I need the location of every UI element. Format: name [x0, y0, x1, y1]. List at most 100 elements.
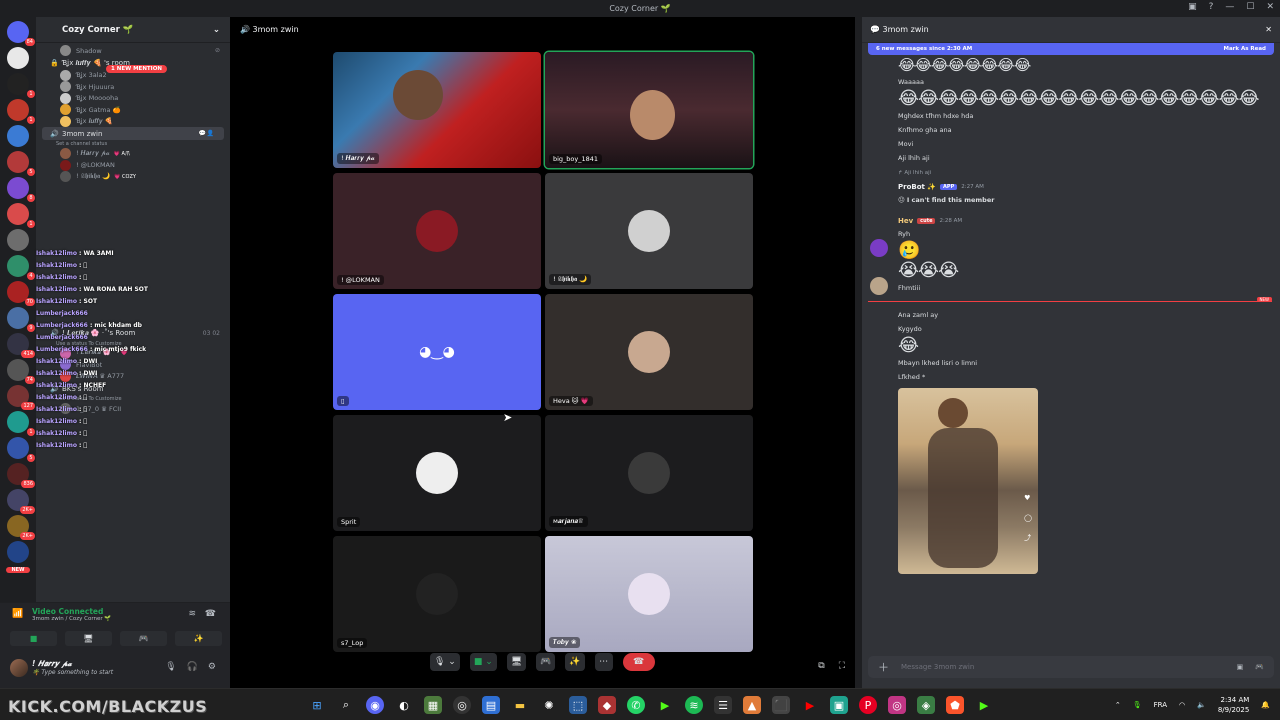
participant-tile[interactable]: ᴍ𝒂𝒓𝒋𝒂𝒏𝒂♕ [545, 415, 753, 531]
fullscreen-icon[interactable]: ⛶ [839, 661, 845, 671]
noise-suppression-icon[interactable]: ≋ [188, 609, 196, 619]
whatsapp-icon[interactable]: ✆ [627, 696, 645, 714]
microphone-icon[interactable]: 🎙 [165, 662, 176, 672]
new-messages-bar[interactable]: 6 new messages since 2:30 AM Mark As Rea… [868, 43, 1274, 55]
server-icon[interactable]: 1 [7, 99, 35, 124]
server-icon[interactable]: 4 [7, 255, 35, 280]
app-icon[interactable]: ▣ [830, 696, 848, 714]
message-input[interactable]: Message 3mom zwin [901, 663, 1225, 671]
kick-icon[interactable]: ▶ [975, 696, 993, 714]
participant-tile[interactable]: Sprit [333, 415, 541, 531]
avatar[interactable] [870, 277, 888, 295]
disconnect-button[interactable]: ☎ [622, 653, 655, 671]
server-icon[interactable]: 5 [7, 151, 35, 176]
store-icon[interactable]: ▤ [482, 696, 500, 714]
chevron-down-icon[interactable]: ⌄ [213, 25, 220, 35]
activity-button[interactable]: 🎮 [120, 631, 167, 646]
search-icon[interactable]: ⌕ [337, 696, 355, 714]
app-icon[interactable]: ◈ [917, 696, 935, 714]
volume-icon[interactable]: 🔈 [1197, 701, 1206, 709]
voice-user[interactable]: Ɓʝx Hjuuura [42, 81, 230, 93]
camera-button[interactable]: ■ ⌄ [469, 653, 497, 671]
app-icon[interactable]: ☰ [714, 696, 732, 714]
add-user-icon[interactable]: 👤 [207, 130, 214, 137]
voice-user[interactable]: Shadow ⊘ [42, 45, 230, 57]
author-name[interactable]: Hev [898, 217, 913, 225]
server-icon[interactable]: 1 [7, 203, 35, 228]
soundboard-button[interactable]: ✨ [175, 631, 222, 646]
mute-button[interactable]: 🎙 ⌄ [430, 653, 460, 671]
participant-tile[interactable]: 𝑻𝒐𝒃𝒚 ❀ [545, 536, 753, 652]
brave-icon[interactable]: ⬟ [946, 696, 964, 714]
voice-user[interactable]: Ɓʝx Gatma 🍊 [42, 104, 230, 116]
server-header[interactable]: Cozy Corner 🌱 ⌄ [36, 17, 230, 43]
server-icon[interactable] [7, 47, 29, 69]
mark-as-read-button[interactable]: Mark As Read [1223, 46, 1266, 52]
server-icon[interactable]: 1 [7, 73, 35, 98]
chat-icon[interactable]: 💬 [199, 130, 206, 137]
server-icon[interactable]: 8 [7, 177, 35, 202]
github-icon[interactable]: ◎ [453, 696, 471, 714]
headphones-icon[interactable]: 🎧 [187, 662, 198, 672]
voice-user[interactable]: ! @LOKMAN [42, 159, 230, 172]
app-icon[interactable]: ✺ [540, 696, 558, 714]
new-mention-pill[interactable]: 1 NEW MENTION [106, 65, 167, 73]
pinterest-icon[interactable]: P [859, 696, 877, 714]
server-icon[interactable] [7, 229, 29, 251]
voice-user[interactable]: Ɓʝx Mooooha [42, 92, 230, 105]
language-indicator[interactable]: FRA [1154, 701, 1167, 709]
obs-icon[interactable]: ▶ [656, 696, 674, 714]
help-icon[interactable]: ? [1209, 2, 1214, 12]
server-icon[interactable]: 84 [7, 21, 35, 46]
signal-icon[interactable]: 📶 [12, 609, 23, 619]
activity-button[interactable]: 🎮 [536, 653, 556, 671]
server-icon[interactable]: 127 [7, 385, 35, 410]
instagram-icon[interactable]: ◎ [888, 696, 906, 714]
close-icon[interactable]: ✕ [1266, 2, 1274, 12]
wifi-icon[interactable]: ◠ [1179, 701, 1185, 709]
notification-icon[interactable]: 🔔 [1261, 701, 1270, 709]
camera-button[interactable]: ■ [10, 631, 57, 646]
spotify-icon[interactable]: ≋ [685, 696, 703, 714]
reply-preview[interactable]: ↱ Aji lhih aji [898, 165, 1280, 181]
app-icon[interactable]: ◆ [598, 696, 616, 714]
participant-tile[interactable]: Heva 🐱 💗 [545, 294, 753, 410]
youtube-icon[interactable]: ▶ [801, 696, 819, 714]
app-icon[interactable]: ▲ [743, 696, 761, 714]
app-icon[interactable]: ⬚ [569, 696, 587, 714]
new-unreads-pill[interactable]: NEW [6, 567, 30, 573]
screen-share-button[interactable]: 🖥 [65, 631, 112, 646]
screen-share-button[interactable]: 🖥 [506, 653, 527, 671]
voice-user[interactable]: Ɓʝx 𝒍𝒖𝒇𝒇𝒚 🍕 [42, 115, 230, 128]
user-name[interactable]: ! 𝑯𝒂𝒓𝒓𝒚 𝓹𝓪 [32, 659, 72, 669]
server-icon[interactable]: 2K+ [7, 515, 35, 540]
minimize-icon[interactable]: — [1225, 2, 1234, 12]
connection-status[interactable]: Video Connected [32, 607, 103, 616]
server-icon[interactable] [7, 125, 29, 147]
app-icon[interactable]: ◐ [395, 696, 413, 714]
server-icon[interactable]: 1 [7, 411, 35, 436]
participant-tile[interactable]: s7_Lop [333, 536, 541, 652]
windows-start-icon[interactable]: ⊞ [308, 696, 326, 714]
gamepad-icon[interactable]: 🎮 [1255, 663, 1264, 671]
file-explorer-icon[interactable]: ▬ [511, 696, 529, 714]
server-icon[interactable]: 836 [7, 463, 35, 488]
sticker-icon[interactable]: ▣ [1237, 663, 1244, 671]
voice-channel-3mom-zwin[interactable]: 🔊 3mom zwin 💬 👤 [42, 127, 224, 140]
chevron-up-icon[interactable]: ⌃ [1115, 701, 1121, 709]
plus-icon[interactable]: ＋ [878, 659, 889, 675]
server-icon[interactable]: 9 [7, 307, 35, 332]
soundboard-button[interactable]: ✨ [565, 653, 585, 671]
channel-status[interactable]: Set a channel status [42, 140, 230, 148]
author-name[interactable]: ProBot ✨ [898, 183, 936, 191]
clock[interactable]: 2:34 AM 8/9/2025 [1218, 695, 1249, 715]
close-icon[interactable]: ✕ [1265, 25, 1272, 34]
inbox-icon[interactable]: ▣ [1188, 2, 1197, 12]
server-icon[interactable]: 2K+ [7, 489, 35, 514]
server-icon[interactable]: 414 [7, 333, 35, 358]
disconnect-icon[interactable]: ☎ [205, 609, 216, 619]
server-icon[interactable]: 74 [7, 359, 35, 384]
participant-tile[interactable]: ! 𝕾𝖍𝖎𝖐𝖍𝖆 🌙 [545, 173, 753, 289]
popout-icon[interactable]: ⧉ [818, 661, 824, 671]
avatar[interactable] [870, 239, 888, 257]
